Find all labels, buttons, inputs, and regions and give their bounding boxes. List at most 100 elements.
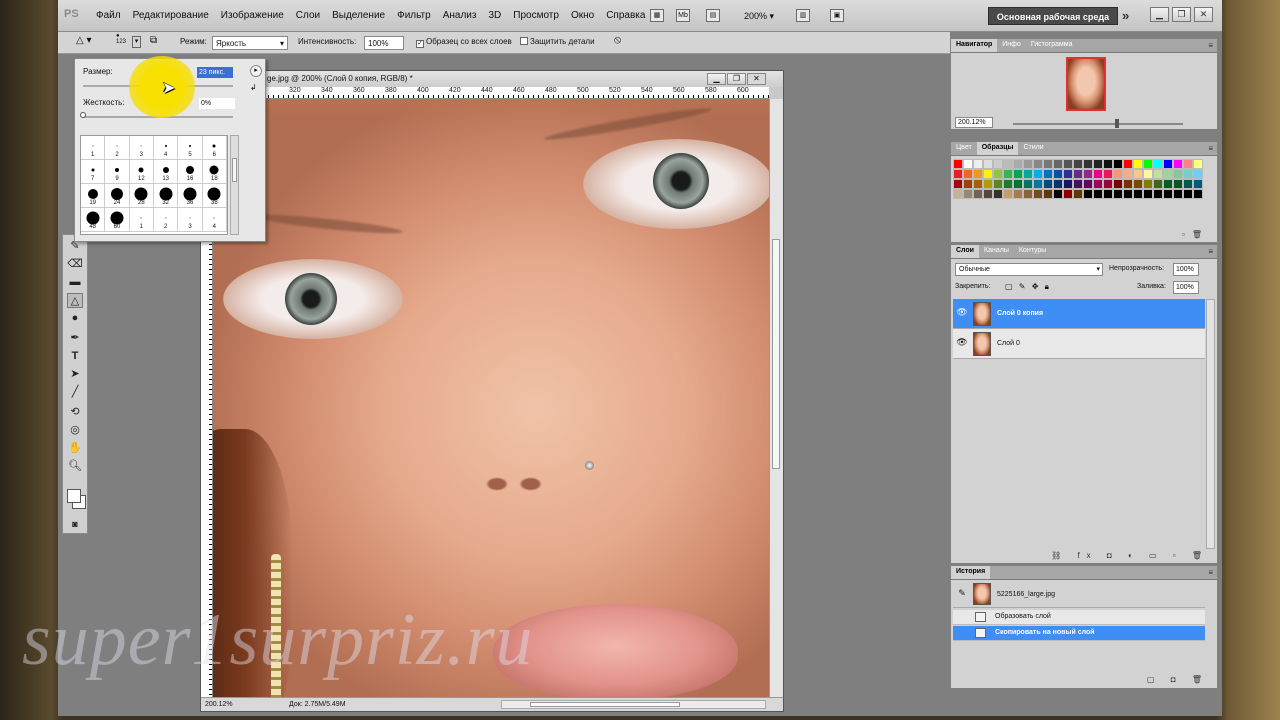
brush-tip[interactable]: 4 <box>154 136 179 160</box>
menu-layers[interactable]: Слои <box>296 10 320 21</box>
brush-tip[interactable]: 18 <box>202 160 227 184</box>
navigator-zoom-input[interactable]: 200.12% <box>955 117 993 128</box>
color-swatch[interactable] <box>1043 189 1053 199</box>
color-swatch[interactable] <box>1043 179 1053 189</box>
color-swatch[interactable] <box>1053 169 1063 179</box>
brush-tip[interactable]: 19 <box>81 184 106 208</box>
color-swatch[interactable] <box>1053 159 1063 169</box>
color-swatch[interactable] <box>1103 179 1113 189</box>
color-swatch[interactable] <box>1013 189 1023 199</box>
brush-tip[interactable]: 6 <box>202 136 227 160</box>
mode-select[interactable]: Яркость ▾ <box>212 36 288 50</box>
color-swatch[interactable] <box>1013 159 1023 169</box>
eraser-tool-icon[interactable]: ⌫ <box>67 257 83 272</box>
color-swatch[interactable] <box>1003 179 1013 189</box>
color-swatch[interactable] <box>1193 189 1203 199</box>
color-swatch[interactable] <box>1083 179 1093 189</box>
menu-select[interactable]: Выделение <box>332 10 385 21</box>
menu-analysis[interactable]: Анализ <box>443 10 477 21</box>
color-swatch[interactable] <box>1043 159 1053 169</box>
minimize-button[interactable]: ▁ <box>1150 7 1169 22</box>
color-swatch[interactable] <box>1043 169 1053 179</box>
color-swatch[interactable] <box>1083 159 1093 169</box>
tab-channels[interactable]: Каналы <box>979 245 1014 258</box>
color-swatch[interactable] <box>973 179 983 189</box>
color-swatch[interactable] <box>1113 159 1123 169</box>
visibility-eye-icon[interactable]: 👁︎ <box>955 337 969 349</box>
blend-mode-select[interactable]: Обычные ▾ <box>955 263 1103 276</box>
color-swatch[interactable] <box>1063 159 1073 169</box>
new-preset-icon[interactable]: ↲ <box>250 83 257 92</box>
menu-image[interactable]: Изображение <box>221 10 284 21</box>
brush-tip[interactable]: 32 <box>154 184 179 208</box>
color-swatch[interactable] <box>1123 189 1133 199</box>
3d-orbit-tool-icon[interactable]: ◎ <box>67 423 83 438</box>
color-swatch[interactable] <box>1003 189 1013 199</box>
more-workspaces-icon[interactable]: » <box>1122 8 1129 23</box>
panel-menu-icon[interactable]: ≡ <box>1208 247 1213 256</box>
brush-tip[interactable]: 2 <box>154 208 179 232</box>
document-titlebar[interactable]: ge.jpg @ 200% (Слой 0 копия, RGB/8) * ▁ … <box>201 71 783 87</box>
navigator-zoom-thumb[interactable] <box>1115 119 1119 128</box>
color-swatch[interactable] <box>1133 179 1143 189</box>
close-button[interactable]: ✕ <box>1194 7 1213 22</box>
navigator-zoom-slider[interactable] <box>1013 123 1183 125</box>
intensity-input[interactable]: 100% <box>364 36 404 50</box>
hand-tool-icon[interactable]: ✋ <box>67 441 83 456</box>
color-swatch[interactable] <box>1063 189 1073 199</box>
color-swatch[interactable] <box>1103 169 1113 179</box>
status-zoom[interactable]: 200.12% <box>205 701 233 708</box>
swatch-actions[interactable]: ▫🗑︎ <box>1182 230 1209 239</box>
brush-menu-icon[interactable]: ▸ <box>250 65 262 77</box>
color-swatch[interactable] <box>1133 159 1143 169</box>
menu-view[interactable]: Просмотр <box>513 10 559 21</box>
color-swatch[interactable] <box>1193 169 1203 179</box>
zoom-level-menu[interactable]: 200% ▾ <box>744 11 774 22</box>
brush-tip[interactable]: 16 <box>178 160 203 184</box>
quick-mask-icon[interactable]: ◙ <box>67 517 83 532</box>
brush-tip[interactable]: 1 <box>129 208 154 232</box>
color-swatch[interactable] <box>1173 169 1183 179</box>
menu-window[interactable]: Окно <box>571 10 594 21</box>
color-swatch[interactable] <box>963 169 973 179</box>
vertical-scrollbar[interactable] <box>769 99 783 697</box>
color-swatch[interactable] <box>1193 179 1203 189</box>
color-swatch[interactable] <box>953 169 963 179</box>
color-swatch[interactable] <box>1173 189 1183 199</box>
history-brush-icon[interactable]: ✎ <box>955 588 969 600</box>
gradient-tool-icon[interactable]: ▬ <box>67 275 83 290</box>
horizontal-scroll-thumb[interactable] <box>530 702 680 707</box>
color-swatch[interactable] <box>1123 159 1133 169</box>
color-swatch[interactable] <box>1063 169 1073 179</box>
horizontal-scrollbar[interactable] <box>501 700 766 709</box>
color-swatch[interactable] <box>1183 179 1193 189</box>
menu-help[interactable]: Справка <box>606 10 645 21</box>
panel-menu-icon[interactable]: ≡ <box>1208 568 1213 577</box>
bridge-icon[interactable]: ▦ <box>650 9 664 22</box>
vertical-scroll-thumb[interactable] <box>772 239 780 469</box>
fill-input[interactable]: 100% <box>1173 281 1199 294</box>
brush-grid-scroll-thumb[interactable] <box>232 158 237 182</box>
history-snapshot[interactable]: ✎ 5225166_large.jpg <box>953 580 1205 608</box>
color-swatch[interactable] <box>963 179 973 189</box>
color-swatch[interactable] <box>963 189 973 199</box>
color-swatch[interactable] <box>1073 169 1083 179</box>
tab-histogram[interactable]: Гистограмма <box>1026 39 1078 52</box>
color-swatch[interactable] <box>1083 169 1093 179</box>
color-swatch[interactable] <box>953 179 963 189</box>
color-swatch[interactable] <box>1183 189 1193 199</box>
path-selection-tool-icon[interactable]: ➤ <box>67 367 83 382</box>
restore-button[interactable]: ❐ <box>1172 7 1191 22</box>
color-swatch[interactable] <box>1183 169 1193 179</box>
tab-history[interactable]: История <box>951 566 991 579</box>
color-swatch[interactable] <box>1123 179 1133 189</box>
color-swatch[interactable] <box>1163 179 1173 189</box>
color-swatch[interactable] <box>1113 169 1123 179</box>
color-swatch[interactable] <box>1033 159 1043 169</box>
color-swatch[interactable] <box>1153 189 1163 199</box>
color-swatch[interactable] <box>953 159 963 169</box>
color-swatch[interactable] <box>973 189 983 199</box>
type-tool-icon[interactable]: T <box>67 349 83 364</box>
color-swatch[interactable] <box>1123 169 1133 179</box>
brush-tip[interactable]: 4 <box>202 208 227 232</box>
